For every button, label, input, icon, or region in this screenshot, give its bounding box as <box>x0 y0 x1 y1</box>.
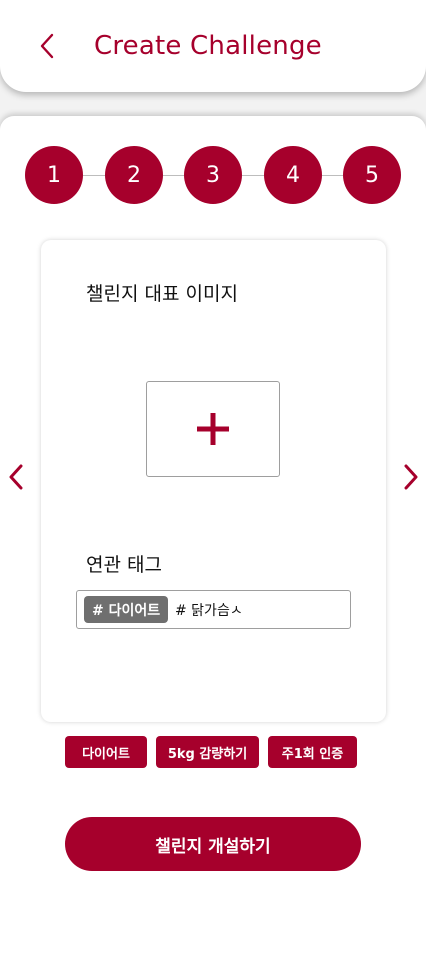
tag-chip[interactable]: # 다이어트 <box>84 596 169 623</box>
chevron-left-icon <box>40 33 54 59</box>
suggested-tag[interactable]: 주1회 인증 <box>268 736 357 768</box>
add-image-button[interactable] <box>146 381 280 477</box>
step-connector <box>242 175 264 176</box>
suggested-tag[interactable]: 5kg 감량하기 <box>156 736 259 768</box>
step-connector <box>83 175 105 176</box>
page-title: Create Challenge <box>94 31 322 61</box>
prev-card-button[interactable] <box>1 460 31 494</box>
step-5[interactable]: 5 <box>343 146 401 204</box>
step-1[interactable]: 1 <box>25 146 83 204</box>
create-challenge-button[interactable]: 챌린지 개설하기 <box>65 817 361 871</box>
tag-input-text[interactable]: # 닭가슴ㅅ <box>175 596 243 623</box>
next-card-button[interactable] <box>396 460 426 494</box>
step-2[interactable]: 2 <box>105 146 163 204</box>
back-button[interactable] <box>30 28 64 64</box>
plus-icon <box>197 413 229 445</box>
tags-section-label: 연관 태그 <box>86 554 162 576</box>
app-header: Create Challenge <box>0 0 426 92</box>
step-3[interactable]: 3 <box>184 146 242 204</box>
step-connector <box>322 175 343 176</box>
suggested-tag[interactable]: 다이어트 <box>65 736 147 768</box>
image-section-label: 챌린지 대표 이미지 <box>86 283 238 305</box>
step-connector <box>163 175 184 176</box>
tag-input[interactable]: # 다이어트 # 닭가슴ㅅ <box>76 590 351 629</box>
step-4[interactable]: 4 <box>264 146 322 204</box>
chevron-right-icon <box>404 464 418 490</box>
chevron-left-icon <box>9 464 23 490</box>
challenge-card <box>41 240 386 722</box>
